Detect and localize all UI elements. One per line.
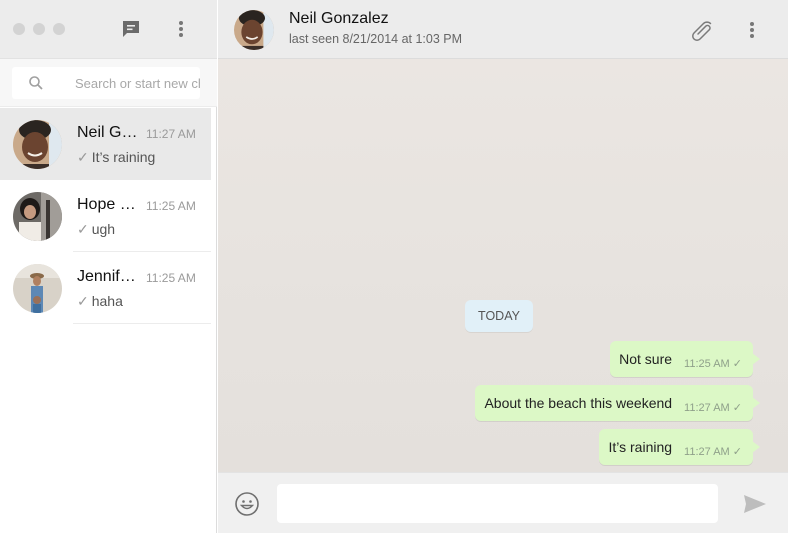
- sent-check-icon: ✓: [77, 221, 89, 237]
- sent-check-icon: ✓: [732, 401, 742, 414]
- chat-time: 11:25 AM: [146, 199, 196, 213]
- sent-check-icon: ✓: [77, 149, 89, 165]
- message-bubble-outgoing[interactable]: Not sure 11:25 AM ✓: [610, 341, 760, 377]
- send-button[interactable]: [742, 493, 768, 515]
- chat-name: Neil G…: [77, 124, 138, 141]
- chat-name: Jennif…: [77, 268, 136, 285]
- chat-preview-text: ugh: [91, 221, 116, 237]
- message-meta: 11:27 AM ✓: [684, 401, 742, 414]
- date-divider: TODAY: [465, 300, 533, 332]
- chat-list-item[interactable]: Neil G… 11:27 AM ✓ It’s raining: [0, 108, 211, 180]
- conversation-header: Neil Gonzalez last seen 8/21/2014 at 1:0…: [218, 0, 788, 59]
- message-meta: 11:27 AM ✓: [684, 445, 742, 458]
- avatar: [13, 264, 62, 313]
- search-input[interactable]: [75, 67, 200, 99]
- contact-avatar[interactable]: [234, 10, 274, 50]
- sent-check-icon: ✓: [732, 445, 742, 458]
- chat-preview-text: haha: [91, 293, 123, 309]
- more-vertical-icon: [179, 21, 183, 37]
- window-minimize-button[interactable]: [33, 23, 45, 35]
- message-input[interactable]: [277, 484, 718, 523]
- search-icon: [29, 76, 43, 90]
- last-seen-status: last seen 8/21/2014 at 1:03 PM: [289, 32, 463, 46]
- chat-preview-text: It’s raining: [91, 149, 156, 165]
- sidebar-header: [0, 0, 217, 59]
- message-time: 11:27 AM: [684, 401, 730, 414]
- sent-check-icon: ✓: [732, 357, 742, 370]
- message-text: It’s raining: [608, 439, 673, 455]
- window-close-button[interactable]: [13, 23, 25, 35]
- conversation-menu-button[interactable]: [739, 17, 765, 43]
- chat-preview: ✓ It’s raining: [77, 149, 155, 166]
- contact-name[interactable]: Neil Gonzalez: [289, 10, 389, 28]
- message-bubble-outgoing[interactable]: About the beach this weekend 11:27 AM ✓: [475, 385, 760, 421]
- sent-check-icon: ✓: [77, 293, 89, 309]
- more-vertical-icon: [750, 22, 754, 38]
- new-chat-button[interactable]: [119, 17, 143, 41]
- window-zoom-button[interactable]: [53, 23, 65, 35]
- avatar: [13, 192, 62, 241]
- paperclip-icon: [692, 21, 712, 41]
- message-time: 11:25 AM: [684, 357, 730, 370]
- whatsapp-window: Neil G… 11:27 AM ✓It’s raining Hope … 11…: [0, 0, 788, 533]
- attach-button[interactable]: [689, 17, 715, 43]
- message-text: About the beach this weekend: [484, 395, 673, 411]
- chat-name: Hope …: [77, 196, 136, 213]
- chat-preview: ✓ haha: [77, 293, 123, 310]
- divider: [73, 323, 211, 324]
- chat-bubble-icon: [123, 21, 139, 37]
- sidebar-menu-button[interactable]: [169, 17, 193, 41]
- search-box: [12, 67, 200, 99]
- emoji-button[interactable]: [234, 491, 260, 517]
- avatar: [13, 120, 62, 169]
- search-bar: [0, 59, 217, 107]
- smiley-icon: [235, 492, 259, 516]
- sidebar: Neil G… 11:27 AM ✓It’s raining Hope … 11…: [0, 0, 217, 533]
- chat-time: 11:25 AM: [146, 271, 196, 285]
- message-list[interactable]: TODAY Not sure 11:25 AM ✓ About the beac…: [218, 59, 788, 472]
- message-meta: 11:25 AM ✓: [684, 357, 742, 370]
- conversation-pane: Neil Gonzalez last seen 8/21/2014 at 1:0…: [218, 0, 788, 533]
- message-time: 11:27 AM: [684, 445, 730, 458]
- chat-list-item[interactable]: Hope … 11:25 AM ✓ ugh: [0, 180, 211, 252]
- chat-time: 11:27 AM: [146, 127, 196, 141]
- message-bubble-outgoing[interactable]: It’s raining 11:27 AM ✓: [599, 429, 760, 465]
- chat-list-item[interactable]: Jennif… 11:25 AM ✓ haha: [0, 252, 211, 324]
- chat-preview: ✓ ugh: [77, 221, 115, 238]
- send-icon: [744, 495, 766, 513]
- message-text: Not sure: [619, 351, 673, 367]
- message-composer: [218, 472, 788, 533]
